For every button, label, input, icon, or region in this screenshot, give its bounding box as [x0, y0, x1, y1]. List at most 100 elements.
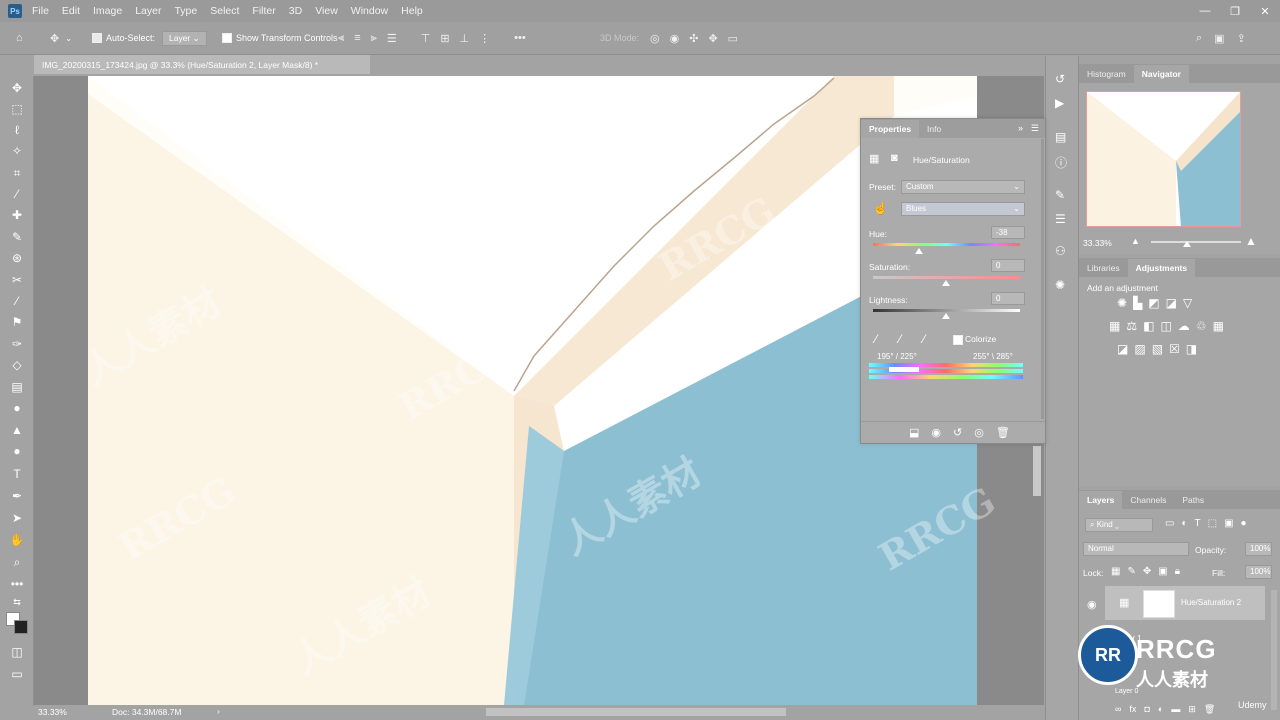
saturation-value-field[interactable]: 0: [991, 259, 1025, 272]
auto-select-checkbox[interactable]: [92, 33, 102, 43]
opacity-field[interactable]: 100%: [1245, 542, 1272, 556]
lightness-slider-thumb[interactable]: [942, 313, 950, 319]
blend-mode-dropdown[interactable]: Normal: [1083, 542, 1189, 556]
photo-filter-icon[interactable]: ◫: [1160, 319, 1171, 333]
hue-slider[interactable]: [873, 243, 1020, 246]
align-middle-icon[interactable]: ⊞: [440, 32, 449, 45]
view-previous-icon[interactable]: ◉: [931, 426, 941, 439]
colorize-checkbox[interactable]: [953, 335, 963, 345]
layer-row-hue-saturation[interactable]: ▦ Hue/Saturation 2: [1105, 586, 1265, 620]
3d-pan-icon[interactable]: ✣: [689, 32, 698, 45]
marquee-tool-icon[interactable]: ⬚: [8, 101, 26, 117]
menu-layer[interactable]: Layer: [135, 5, 161, 17]
gradient-map-icon[interactable]: ▦: [1213, 319, 1224, 333]
tab-layers[interactable]: Layers: [1079, 491, 1123, 509]
filter-type-icon[interactable]: T: [1195, 518, 1201, 529]
range-selector[interactable]: [889, 367, 919, 372]
menu-help[interactable]: Help: [401, 5, 423, 17]
brightness-contrast-icon[interactable]: ✺: [1117, 296, 1127, 310]
zoom-out-icon[interactable]: ▲: [1131, 236, 1140, 246]
eraser-tool-icon[interactable]: ⁄: [8, 293, 26, 309]
auto-select-target-dropdown[interactable]: Layer ⌄: [162, 30, 207, 46]
zoom-tool-icon[interactable]: ⌕: [8, 554, 26, 570]
sharpen-tool-icon[interactable]: ▲: [8, 422, 26, 438]
tab-adjustments[interactable]: Adjustments: [1127, 259, 1196, 277]
menu-window[interactable]: Window: [351, 5, 388, 17]
tab-channels[interactable]: Channels: [1122, 491, 1174, 509]
lightness-slider[interactable]: [873, 309, 1020, 312]
document-tab[interactable]: IMG_20200315_173424.jpg @ 33.3% (Hue/Sat…: [34, 55, 370, 74]
more-options-icon[interactable]: •••: [514, 32, 526, 44]
clip-to-layer-icon[interactable]: ⬓: [909, 426, 919, 439]
navigator-zoom-thumb[interactable]: [1183, 241, 1191, 247]
tab-navigator[interactable]: Navigator: [1133, 65, 1189, 83]
stamp-tool-icon[interactable]: ⚑: [8, 314, 26, 330]
clone-stamp-tool-icon[interactable]: ⊛: [8, 250, 26, 266]
posterize-icon[interactable]: ▨: [1134, 342, 1145, 356]
zoom-in-icon[interactable]: ▲: [1245, 234, 1257, 248]
horizontal-scrollbar-thumb[interactable]: [486, 708, 786, 716]
lasso-tool-icon[interactable]: ℓ: [8, 122, 26, 138]
healing-brush-tool-icon[interactable]: ✚: [8, 207, 26, 223]
delete-icon[interactable]: 🗑︎: [996, 426, 1010, 439]
close-button[interactable]: ✕: [1250, 5, 1280, 18]
background-color-swatch[interactable]: [14, 620, 28, 634]
align-left-icon[interactable]: ⫷: [338, 32, 344, 45]
color-lookup-icon[interactable]: ♲: [1196, 319, 1207, 333]
path-selection-tool-icon[interactable]: ➤: [8, 510, 26, 526]
eyedropper-subtract-icon[interactable]: ⁄: [923, 332, 925, 346]
invert-icon[interactable]: ◪: [1117, 342, 1128, 356]
menu-edit[interactable]: Edit: [62, 5, 80, 17]
3d-camera-icon[interactable]: ▭: [728, 32, 738, 45]
actions-play-icon[interactable]: ▶: [1055, 96, 1064, 110]
filter-adjustment-icon[interactable]: ◐: [1181, 518, 1187, 529]
gradient-tool-icon[interactable]: ▤: [8, 379, 26, 395]
eyedropper-add-icon[interactable]: ⁄: [899, 332, 901, 346]
menu-3d[interactable]: 3D: [289, 5, 302, 17]
share-icon[interactable]: ⇪: [1237, 32, 1246, 45]
vibrance-icon[interactable]: ▽: [1183, 296, 1192, 310]
threshold-icon[interactable]: ▧: [1152, 342, 1163, 356]
tab-libraries[interactable]: Libraries: [1079, 259, 1128, 277]
blur-tool-icon[interactable]: ●: [8, 400, 26, 416]
magic-wand-tool-icon[interactable]: ✧: [8, 143, 26, 159]
saturation-slider[interactable]: [873, 276, 1020, 279]
menu-select[interactable]: Select: [210, 5, 239, 17]
swap-colors-icon[interactable]: ⇆: [8, 594, 26, 610]
link-layers-icon[interactable]: ∞: [1115, 704, 1121, 715]
eyedropper-tool-icon[interactable]: ⁄: [8, 186, 26, 202]
levels-icon[interactable]: ▙: [1133, 296, 1142, 310]
navigator-zoom[interactable]: 33.33%: [1083, 238, 1112, 248]
new-adjustment-icon[interactable]: ◐: [1158, 704, 1163, 715]
properties-scrollbar[interactable]: [1041, 139, 1044, 419]
history-brush-tool-icon[interactable]: ✂: [8, 272, 26, 288]
hue-saturation-icon[interactable]: ▦: [1109, 319, 1120, 333]
add-mask-icon[interactable]: ◘: [1144, 704, 1149, 715]
saturation-slider-thumb[interactable]: [942, 280, 950, 286]
more-tools-icon[interactable]: •••: [8, 576, 26, 592]
vertical-scrollbar-thumb[interactable]: [1033, 446, 1041, 496]
curves-icon[interactable]: ◩: [1148, 296, 1159, 310]
screen-mode-icon[interactable]: ▭: [8, 666, 26, 682]
new-group-icon[interactable]: ▬: [1171, 704, 1180, 715]
filter-pixel-icon[interactable]: ▭: [1165, 518, 1174, 529]
delete-layer-icon[interactable]: 🗑︎: [1204, 704, 1215, 715]
menu-filter[interactable]: Filter: [252, 5, 275, 17]
exposure-icon[interactable]: ◪: [1166, 296, 1177, 310]
align-right-icon[interactable]: ⫸: [371, 32, 377, 45]
3d-roll-icon[interactable]: ◉: [670, 32, 680, 45]
layer-filter-dropdown[interactable]: ⌕ Kind ⌄: [1085, 518, 1153, 532]
preset-dropdown[interactable]: Custom ⌄: [901, 180, 1025, 194]
type-tool-icon[interactable]: T: [8, 466, 26, 482]
black-white-icon[interactable]: ◧: [1143, 319, 1154, 333]
restore-button[interactable]: ❐: [1220, 5, 1250, 18]
hue-value-field[interactable]: -38: [991, 226, 1025, 239]
move-tool-icon[interactable]: ✥: [50, 32, 59, 45]
align-top-icon[interactable]: ⊤: [421, 32, 431, 45]
layers-scrollbar[interactable]: [1271, 590, 1277, 710]
pen-tool-icon[interactable]: ✒: [8, 488, 26, 504]
show-transform-checkbox[interactable]: [222, 33, 232, 43]
home-icon[interactable]: ⌂: [16, 32, 23, 44]
tab-properties[interactable]: Properties: [861, 120, 920, 138]
tab-paths[interactable]: Paths: [1174, 491, 1212, 509]
